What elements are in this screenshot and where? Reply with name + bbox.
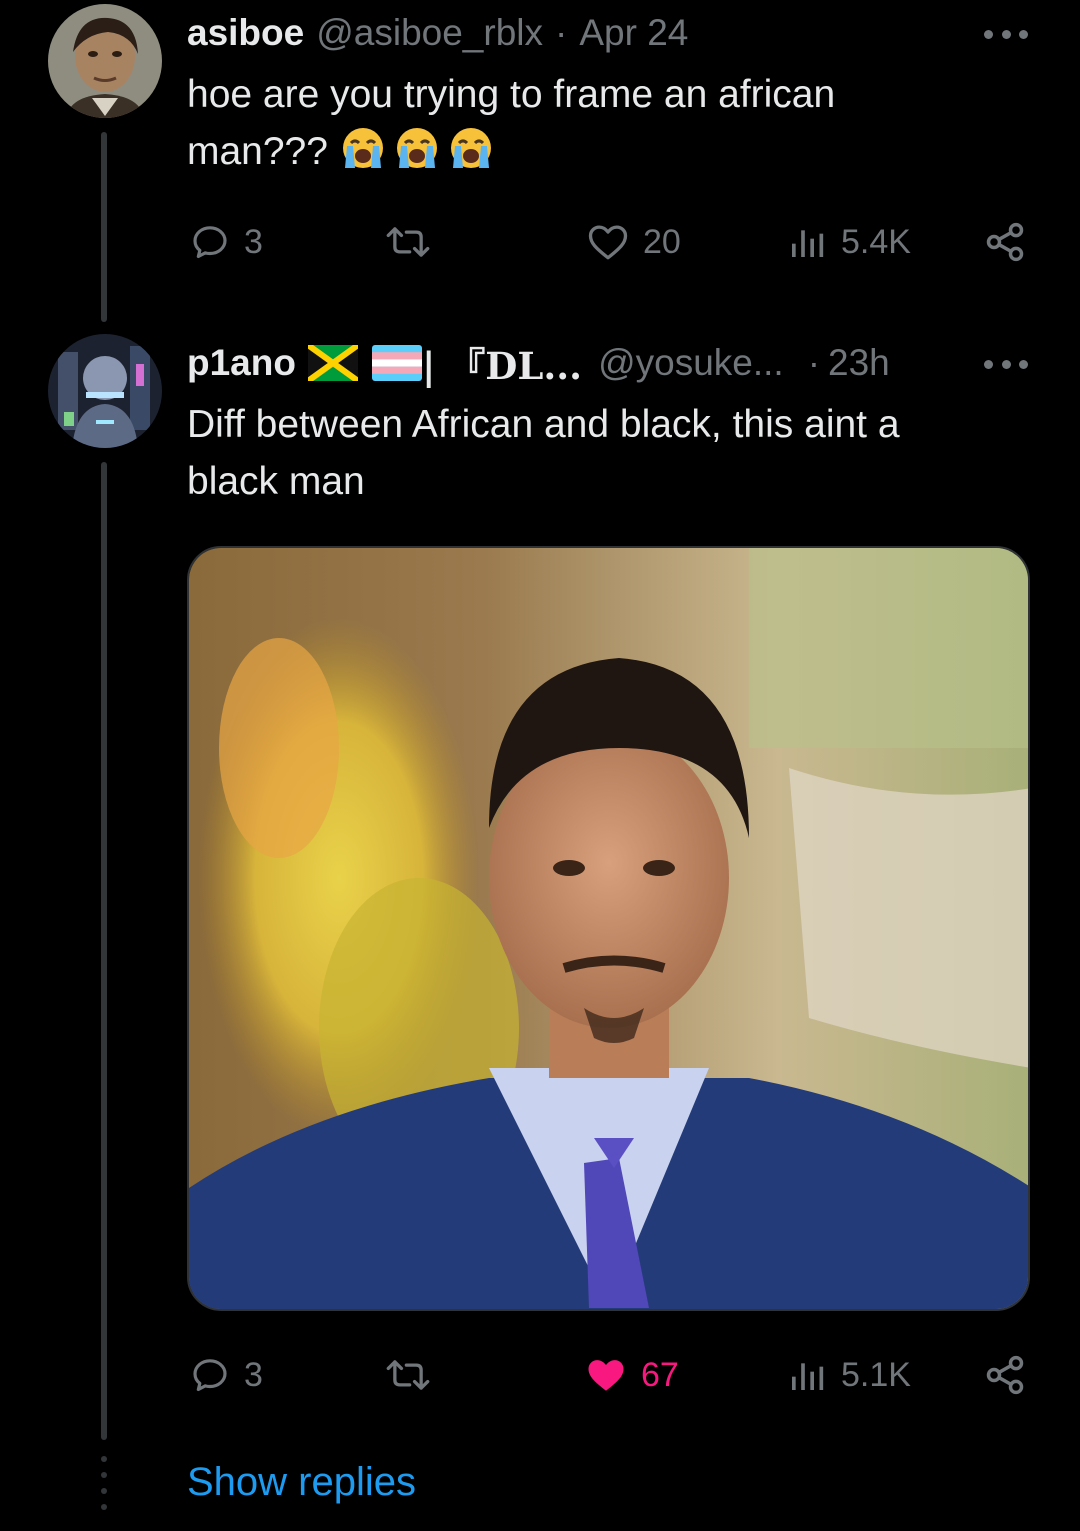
tweet-text-line2: man??? bbox=[187, 130, 328, 173]
like-button[interactable]: 67 bbox=[585, 1347, 679, 1403]
user-handle[interactable]: @yosuke... bbox=[598, 342, 784, 384]
reply-count: 3 bbox=[244, 222, 263, 261]
views-button[interactable]: 5.1K bbox=[787, 1347, 911, 1403]
views-button[interactable]: 5.4K bbox=[787, 214, 911, 270]
tweet-1: asiboe @asiboe_rblx · Apr 24 hoe are you… bbox=[0, 0, 1080, 330]
display-name[interactable]: asiboe bbox=[187, 12, 304, 54]
tweet-text: hoe are you trying to frame an african m… bbox=[187, 66, 1027, 180]
separator-dot: · bbox=[555, 12, 568, 53]
tweet-header: asiboe @asiboe_rblx · Apr 24 bbox=[187, 8, 688, 58]
timestamp[interactable]: 23h bbox=[828, 342, 890, 384]
display-name[interactable]: p1ano bbox=[187, 342, 296, 384]
reply-icon bbox=[193, 226, 227, 259]
views-icon bbox=[792, 230, 824, 257]
tweet-header: p1ano | 『DL... @yosuke... · 23h bbox=[187, 338, 890, 388]
tweet-text-line: Diff between African and black, this ain… bbox=[187, 403, 900, 446]
reply-button[interactable]: 3 bbox=[190, 1347, 263, 1403]
more-options-icon[interactable] bbox=[984, 24, 1028, 44]
thread-line bbox=[101, 132, 107, 322]
tweet-text-line: hoe are you trying to frame an african bbox=[187, 73, 836, 116]
heart-filled-icon bbox=[588, 1360, 624, 1391]
view-count: 5.1K bbox=[841, 1355, 911, 1394]
reply-button[interactable]: 3 bbox=[190, 214, 263, 270]
thread-continuation-dots bbox=[101, 1456, 107, 1510]
thread-line bbox=[101, 462, 107, 1440]
tweet-actions: 3 20 5.4K bbox=[187, 214, 1033, 270]
timestamp[interactable]: Apr 24 bbox=[579, 12, 688, 54]
views-icon bbox=[792, 1363, 824, 1390]
more-options-icon[interactable] bbox=[984, 354, 1028, 374]
tweet-text-line: black man bbox=[187, 460, 365, 503]
display-name-suffix[interactable]: | 『DL... bbox=[422, 336, 582, 390]
like-button[interactable]: 20 bbox=[587, 214, 681, 270]
share-icon bbox=[986, 1355, 1024, 1395]
tweet-text: Diff between African and black, this ain… bbox=[187, 396, 1027, 510]
transgender-flag-icon bbox=[371, 345, 422, 381]
reply-count: 3 bbox=[244, 1355, 263, 1394]
tweet-text-line: man??? bbox=[187, 123, 1027, 180]
user-handle[interactable]: @asiboe_rblx bbox=[316, 12, 543, 54]
loudly-crying-face-icon bbox=[342, 128, 383, 168]
avatar-asiboe[interactable] bbox=[48, 4, 162, 118]
repost-icon bbox=[386, 1360, 430, 1390]
loudly-crying-face-icon bbox=[450, 128, 491, 168]
share-button[interactable] bbox=[983, 1347, 1027, 1403]
tweet-actions: 3 67 5.1K bbox=[187, 1347, 1033, 1403]
repost-button[interactable] bbox=[385, 1347, 445, 1403]
show-replies-link[interactable]: Show replies bbox=[187, 1460, 416, 1505]
like-count: 67 bbox=[641, 1355, 679, 1394]
reply-icon bbox=[193, 1359, 227, 1392]
avatar-p1ano[interactable] bbox=[48, 334, 162, 448]
separator-dot: · bbox=[807, 342, 821, 383]
view-count: 5.4K bbox=[841, 222, 911, 261]
heart-icon bbox=[588, 225, 628, 260]
like-count: 20 bbox=[643, 222, 681, 261]
loudly-crying-face-icon bbox=[396, 128, 437, 168]
repost-icon bbox=[386, 227, 430, 257]
repost-button[interactable] bbox=[385, 214, 445, 270]
tweet-media-photo[interactable] bbox=[187, 546, 1030, 1311]
jamaica-flag-icon bbox=[307, 345, 358, 381]
share-icon bbox=[986, 222, 1024, 262]
share-button[interactable] bbox=[983, 214, 1027, 270]
